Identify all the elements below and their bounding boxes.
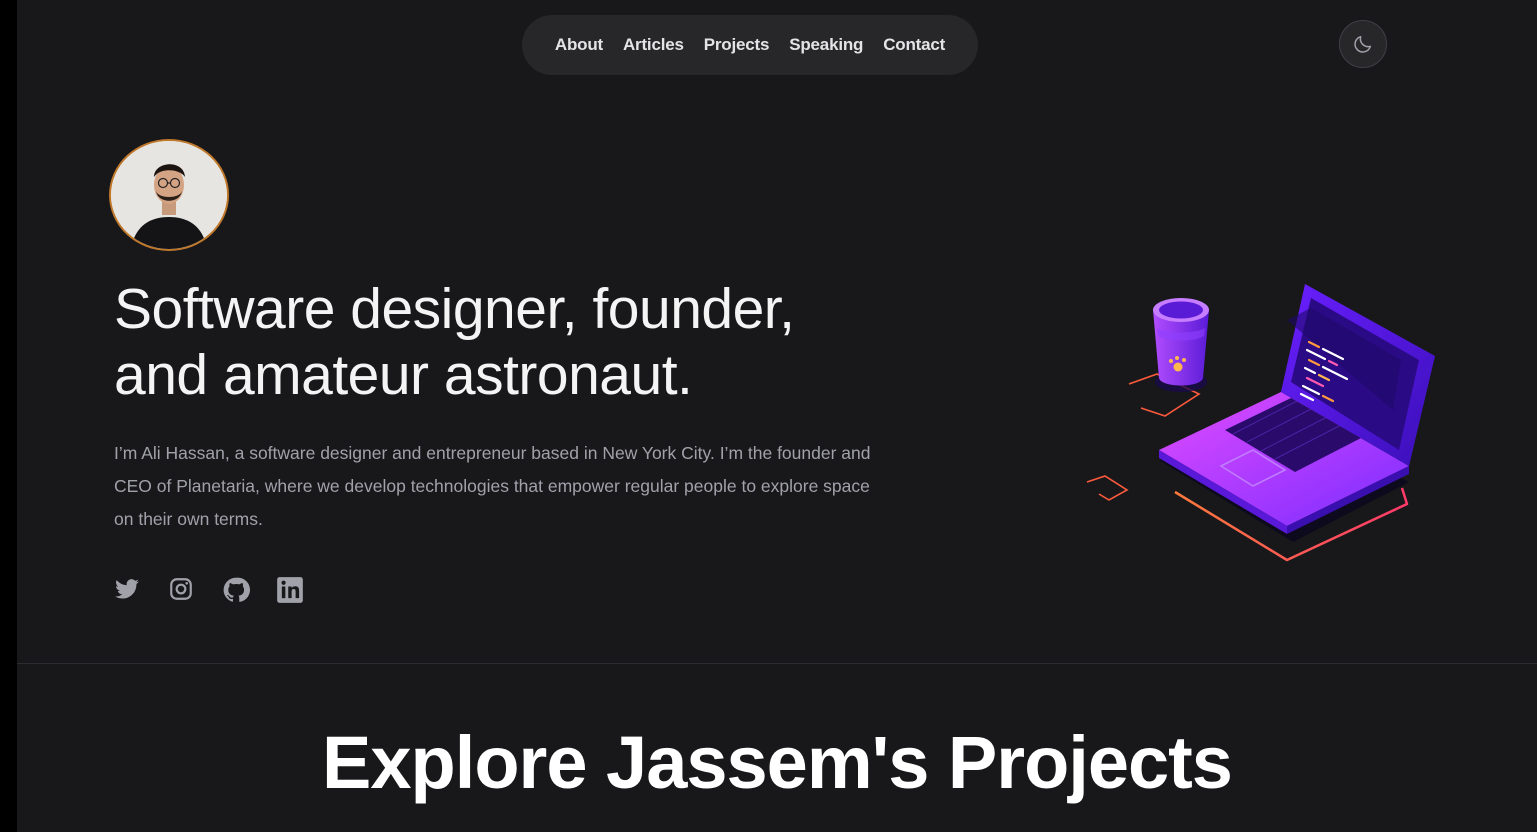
- hero-title: Software designer, founder, and amateur …: [114, 276, 874, 408]
- instagram-link[interactable]: [168, 576, 196, 604]
- instagram-icon: [170, 578, 192, 600]
- top-nav: About Articles Projects Speaking Contact: [522, 15, 978, 75]
- avatar-portrait: [111, 141, 227, 249]
- twitter-link[interactable]: [114, 576, 142, 604]
- hero-bio: I’m Ali Hassan, a software designer and …: [114, 443, 871, 529]
- moon-icon: [1354, 35, 1372, 53]
- hero-title-line2: and amateur astronaut.: [114, 343, 693, 407]
- social-links: [114, 576, 330, 604]
- laptop-coffee-illustration: [1086, 284, 1435, 562]
- twitter-icon: [115, 579, 139, 599]
- nav-articles[interactable]: Articles: [613, 35, 694, 55]
- github-link[interactable]: [222, 576, 250, 604]
- theme-toggle-button[interactable]: [1339, 20, 1387, 68]
- nav-speaking[interactable]: Speaking: [779, 35, 873, 55]
- nav-projects[interactable]: Projects: [694, 35, 780, 55]
- nav-about[interactable]: About: [545, 35, 613, 55]
- hero-title-line1: Software designer, founder,: [114, 277, 795, 341]
- section-divider: [17, 663, 1537, 664]
- nav-contact[interactable]: Contact: [873, 35, 955, 55]
- github-icon: [223, 577, 250, 602]
- page: About Articles Projects Speaking Contact…: [17, 0, 1537, 832]
- linkedin-link[interactable]: [276, 576, 304, 604]
- projects-heading: Explore Jassem's Projects: [322, 721, 1233, 804]
- avatar: [109, 139, 229, 251]
- linkedin-icon: [277, 577, 303, 603]
